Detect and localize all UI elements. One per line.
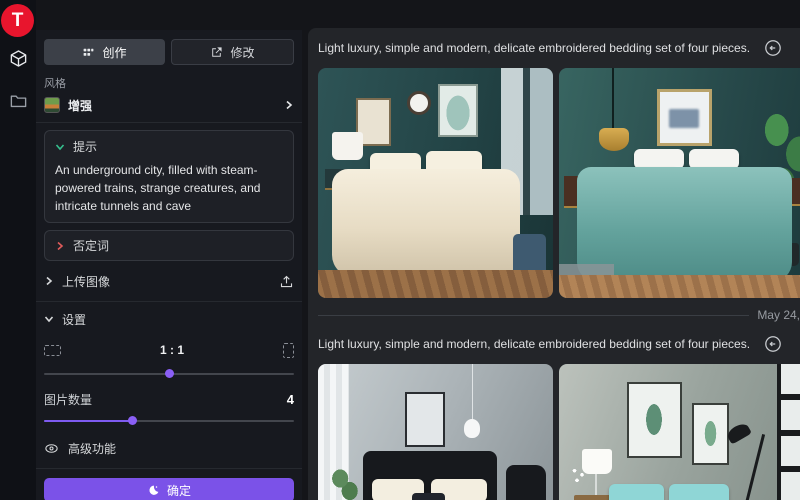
brand-logo[interactable]: T	[1, 4, 34, 37]
prompt-card[interactable]: 提示 An underground city, filled with stea…	[44, 130, 294, 223]
aspect-ratio-row: 1 : 1	[44, 339, 294, 361]
generated-image-2[interactable]	[559, 68, 800, 298]
slider-fill	[44, 420, 132, 422]
chevron-down-icon[interactable]	[55, 142, 65, 152]
negative-label: 否定词	[73, 237, 109, 254]
chevron-right-icon[interactable]	[55, 241, 65, 251]
app-window: T 创作	[0, 0, 800, 500]
landscape-ratio-icon[interactable]	[44, 345, 61, 356]
negative-card[interactable]: 否定词	[44, 230, 294, 261]
date-divider: May 24,	[318, 298, 800, 332]
generated-image-1[interactable]	[318, 68, 553, 298]
divider	[36, 301, 302, 302]
models-cube-icon[interactable]	[8, 48, 28, 68]
generated-image-3[interactable]	[318, 364, 553, 500]
confirm-label: 确定	[167, 482, 191, 499]
advanced-label: 高级功能	[68, 440, 116, 457]
chevron-right-icon	[44, 276, 54, 286]
divider	[36, 122, 302, 123]
confirm-button[interactable]: 确定	[44, 478, 294, 500]
style-thumbnail-icon	[44, 97, 60, 113]
feed-prompt-text: Light luxury, simple and modern, delicat…	[318, 337, 750, 351]
tab-create[interactable]: 创作	[44, 39, 165, 65]
tab-create-label: 创作	[102, 44, 126, 61]
tab-modify[interactable]: 修改	[171, 39, 294, 65]
upload-icon[interactable]	[279, 274, 294, 289]
mode-tabs: 创作 修改	[44, 39, 294, 65]
magic-moon-icon	[147, 484, 160, 497]
style-selector[interactable]: 增强	[44, 96, 294, 114]
files-folder-icon[interactable]	[8, 90, 28, 110]
style-section-label: 风格	[44, 75, 294, 91]
reuse-prompt-icon[interactable]	[764, 39, 782, 57]
eye-icon	[44, 441, 59, 456]
generation-panel: 创作 修改 风格 增强 提示 An underground city, fill…	[36, 30, 302, 500]
upload-label: 上传图像	[62, 273, 110, 290]
style-value: 增强	[68, 97, 276, 114]
aspect-ratio-value: 1 : 1	[61, 343, 283, 357]
nav-rail: T	[0, 0, 36, 500]
image-count-value: 4	[287, 392, 294, 407]
image-count-row: 图片数量 4	[44, 391, 294, 408]
date-label: May 24,	[757, 308, 800, 322]
chevron-right-icon	[284, 100, 294, 110]
image-count-label: 图片数量	[44, 391, 92, 408]
results-feed: Light luxury, simple and modern, delicat…	[308, 28, 800, 500]
prompt-text-input[interactable]: An underground city, filled with steam-p…	[55, 161, 283, 215]
edit-icon	[210, 46, 223, 59]
slider-knob[interactable]	[128, 416, 137, 425]
feed-prompt-row: Light luxury, simple and modern, delicat…	[318, 34, 800, 62]
upload-image-row[interactable]: 上传图像	[44, 269, 294, 293]
slider-knob[interactable]	[165, 369, 174, 378]
feed-prompt-text: Light luxury, simple and modern, delicat…	[318, 41, 750, 55]
settings-label: 设置	[62, 311, 86, 328]
tab-modify-label: 修改	[230, 44, 254, 61]
divider-line	[318, 315, 749, 316]
prompt-label: 提示	[73, 138, 97, 155]
generated-image-4[interactable]	[559, 364, 800, 500]
chevron-down-icon	[44, 314, 54, 324]
aspect-ratio-slider[interactable]	[44, 369, 294, 379]
advanced-features-row[interactable]: 高级功能	[44, 440, 294, 457]
divider	[36, 468, 302, 469]
settings-header[interactable]: 设置	[44, 307, 294, 331]
image-row	[318, 364, 800, 500]
image-row	[318, 68, 800, 298]
feed-prompt-row: Light luxury, simple and modern, delicat…	[318, 330, 800, 358]
grid-icon	[82, 46, 95, 59]
reuse-prompt-icon[interactable]	[764, 335, 782, 353]
image-count-slider[interactable]	[44, 416, 294, 426]
portrait-ratio-icon[interactable]	[283, 343, 294, 358]
